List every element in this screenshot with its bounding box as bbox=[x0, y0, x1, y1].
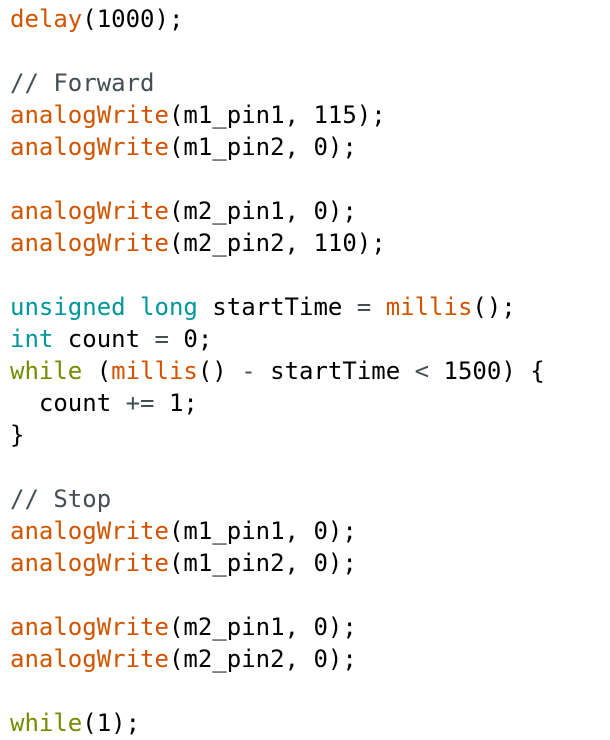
code-text-token: (1000); bbox=[82, 5, 184, 33]
code-text-token: count bbox=[10, 389, 126, 417]
code-text-token: count bbox=[53, 325, 155, 353]
code-text-token: (m2_pin1, 0); bbox=[168, 613, 357, 641]
code-function-token: analogWrite bbox=[10, 613, 169, 641]
code-line[interactable] bbox=[10, 579, 606, 611]
code-function-token: analogWrite bbox=[10, 133, 169, 161]
code-operator-token: += bbox=[125, 389, 155, 417]
code-line[interactable] bbox=[10, 35, 606, 67]
code-type-token: long bbox=[140, 293, 198, 321]
code-line[interactable]: while (millis() - startTime < 1500) { bbox=[10, 355, 606, 387]
code-line[interactable]: // Stop bbox=[10, 483, 606, 515]
code-text-token: } bbox=[10, 421, 25, 449]
code-text-token: () bbox=[197, 357, 242, 385]
code-text-token: startTime bbox=[255, 357, 415, 385]
code-text-token: (1); bbox=[82, 709, 141, 737]
code-line[interactable]: analogWrite(m2_pin1, 0); bbox=[10, 195, 606, 227]
code-type-token: int bbox=[10, 325, 54, 353]
code-text-token: (m1_pin1, 115); bbox=[168, 101, 386, 129]
code-line[interactable] bbox=[10, 259, 606, 291]
code-function-token: analogWrite bbox=[10, 229, 169, 257]
code-text-token: (m2_pin2, 110); bbox=[168, 229, 386, 257]
code-line[interactable]: count += 1; bbox=[10, 387, 606, 419]
code-line[interactable]: unsigned long startTime = millis(); bbox=[10, 291, 606, 323]
code-line[interactable]: } bbox=[10, 419, 606, 451]
code-comment: // Stop bbox=[10, 485, 112, 513]
code-keyword-token: while bbox=[10, 709, 83, 737]
code-text-token: (m1_pin2, 0); bbox=[168, 133, 357, 161]
code-function-token: analogWrite bbox=[10, 549, 169, 577]
code-operator-token: = bbox=[356, 293, 372, 321]
code-text-token: 1500) { bbox=[429, 357, 545, 385]
code-line[interactable]: analogWrite(m1_pin2, 0); bbox=[10, 131, 606, 163]
code-function-token: analogWrite bbox=[10, 645, 169, 673]
code-function-token: analogWrite bbox=[10, 517, 169, 545]
code-line[interactable] bbox=[10, 451, 606, 483]
code-text-token: (m2_pin2, 0); bbox=[168, 645, 357, 673]
code-function-token: analogWrite bbox=[10, 197, 169, 225]
code-text-token: 0; bbox=[168, 325, 213, 353]
code-function-token: analogWrite bbox=[10, 101, 169, 129]
code-function-token: delay bbox=[10, 5, 83, 33]
code-line[interactable]: analogWrite(m2_pin1, 0); bbox=[10, 611, 606, 643]
code-text-token: (m2_pin1, 0); bbox=[168, 197, 357, 225]
code-comment: // Forward bbox=[10, 69, 155, 97]
code-function-token: millis bbox=[111, 357, 198, 385]
code-text-token: (m1_pin1, 0); bbox=[168, 517, 357, 545]
code-text-token: startTime bbox=[197, 293, 357, 321]
code-line[interactable]: int count = 0; bbox=[10, 323, 606, 355]
code-operator-token: < bbox=[414, 357, 430, 385]
code-function-token: millis bbox=[385, 293, 473, 321]
code-line[interactable]: // Forward bbox=[10, 67, 606, 99]
code-text-token: 1; bbox=[154, 389, 198, 417]
code-text-token: ( bbox=[82, 357, 112, 385]
code-line[interactable]: while(1); bbox=[10, 707, 606, 737]
code-text-token: (); bbox=[472, 293, 516, 321]
code-operator-token: - bbox=[241, 357, 256, 385]
code-line[interactable] bbox=[10, 675, 606, 707]
code-line[interactable]: analogWrite(m2_pin2, 0); bbox=[10, 643, 606, 675]
code-line[interactable]: analogWrite(m1_pin1, 0); bbox=[10, 515, 606, 547]
code-line[interactable]: analogWrite(m2_pin2, 110); bbox=[10, 227, 606, 259]
code-editor[interactable]: delay(1000);// Forward analogWrite(m1_pin… bbox=[10, 3, 606, 737]
code-operator-token: = bbox=[154, 325, 169, 353]
code-keyword-token: while bbox=[10, 357, 83, 385]
code-line[interactable]: delay(1000); bbox=[10, 3, 606, 35]
code-type-token: unsigned bbox=[10, 293, 126, 321]
code-line[interactable] bbox=[10, 163, 606, 195]
code-line[interactable]: analogWrite(m1_pin2, 0); bbox=[10, 547, 606, 579]
code-line[interactable]: analogWrite(m1_pin1, 115); bbox=[10, 99, 606, 131]
code-text-token: (m1_pin2, 0); bbox=[168, 549, 357, 577]
